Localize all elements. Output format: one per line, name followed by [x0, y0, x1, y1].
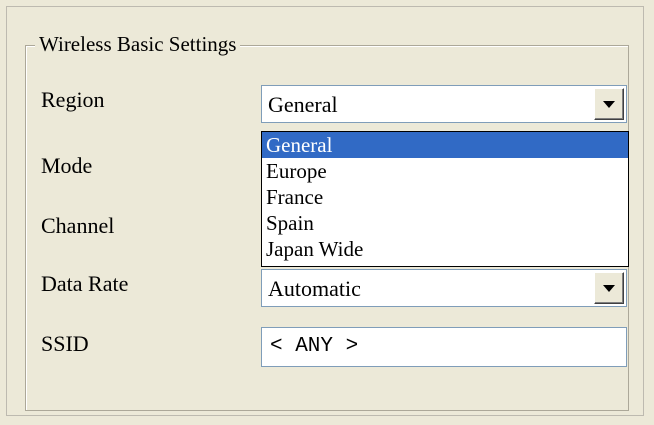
region-option-europe[interactable]: Europe [262, 158, 628, 184]
data-rate-select-value: Automatic [268, 276, 361, 301]
region-option-general[interactable]: General [262, 132, 628, 158]
region-label: Region [41, 87, 105, 112]
region-select[interactable]: General [261, 85, 627, 123]
ssid-input[interactable]: < ANY > [261, 327, 627, 367]
chevron-down-icon [603, 285, 615, 292]
region-option-france[interactable]: France [262, 184, 628, 210]
data-rate-select[interactable]: Automatic [261, 269, 627, 307]
data-rate-dropdown-button[interactable] [594, 272, 624, 304]
settings-panel: Wireless Basic Settings Region Mode Chan… [6, 6, 644, 416]
group-title: Wireless Basic Settings [35, 31, 241, 57]
ssid-label: SSID [41, 331, 89, 356]
region-option-japan-wide[interactable]: Japan Wide [262, 236, 628, 262]
region-select-value: General [268, 92, 338, 117]
mode-label: Mode [41, 153, 93, 178]
region-option-spain[interactable]: Spain [262, 210, 628, 236]
data-rate-label: Data Rate [41, 271, 129, 296]
chevron-down-icon [603, 101, 615, 108]
region-dropdown-button[interactable] [594, 88, 624, 120]
region-dropdown-list[interactable]: General Europe France Spain Japan Wide [261, 131, 629, 267]
channel-label: Channel [41, 213, 115, 238]
ssid-input-value: < ANY > [270, 335, 359, 358]
